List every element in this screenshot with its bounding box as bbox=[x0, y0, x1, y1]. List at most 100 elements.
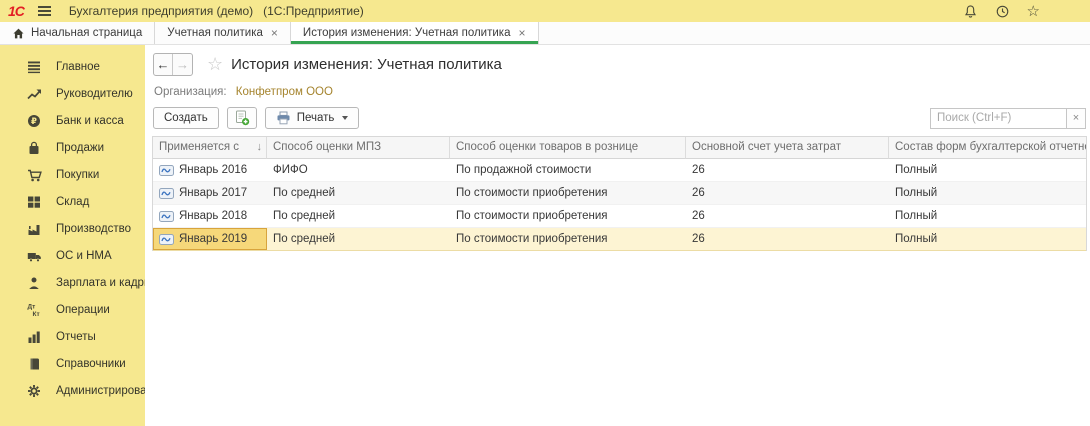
cell-period[interactable]: Январь 2016 bbox=[153, 159, 267, 181]
dtkt-icon: ДтКт bbox=[26, 302, 42, 318]
sidebar-item-fixed-assets[interactable]: ОС и НМА bbox=[0, 242, 145, 269]
cell-inventory-method[interactable]: По средней bbox=[267, 182, 450, 204]
cell-text: Январь 2017 bbox=[179, 182, 247, 204]
bag-icon bbox=[26, 140, 42, 156]
cell-inventory-method[interactable]: ФИФО bbox=[267, 159, 450, 181]
svg-text:Дт: Дт bbox=[27, 304, 35, 311]
sort-desc-icon: ↓ bbox=[257, 137, 263, 158]
truck-icon bbox=[26, 248, 42, 264]
cell-cost-account[interactable]: 26 bbox=[686, 205, 889, 227]
tab-label: История изменения: Учетная политика bbox=[303, 27, 511, 39]
column-header-report-forms[interactable]: Состав форм бухгалтерской отчетности bbox=[889, 137, 1086, 159]
cell-inventory-method[interactable]: По средней bbox=[267, 205, 450, 227]
sidebar-item-sales[interactable]: Продажи bbox=[0, 134, 145, 161]
favorites-star-icon[interactable]: ☆ bbox=[1027, 4, 1040, 19]
tab-home[interactable]: Начальная страница bbox=[0, 22, 155, 44]
history-clock-icon[interactable] bbox=[995, 4, 1010, 19]
create-button[interactable]: Создать bbox=[153, 107, 219, 129]
column-header-applies-from[interactable]: Применяется с ↓ bbox=[153, 137, 267, 159]
cell-period[interactable]: Январь 2018 bbox=[153, 205, 267, 227]
svg-text:Кт: Кт bbox=[32, 311, 39, 317]
sidebar-item-administration[interactable]: Администрирование bbox=[0, 377, 145, 404]
search-group: × bbox=[930, 108, 1086, 129]
close-icon[interactable]: × bbox=[271, 26, 278, 40]
cell-period[interactable]: Январь 2017 bbox=[153, 182, 267, 204]
table-row[interactable]: Январь 2018 По средней По стоимости прио… bbox=[153, 205, 1086, 228]
cell-report-forms[interactable]: Полный bbox=[889, 159, 1086, 181]
sidebar-item-label: Отчеты bbox=[56, 331, 96, 343]
gear-icon bbox=[26, 383, 42, 399]
cell-cost-account[interactable]: 26 bbox=[686, 228, 889, 250]
back-button[interactable]: ← bbox=[154, 54, 173, 75]
navigation-row: ← → ☆ История изменения: Учетная политик… bbox=[153, 52, 1090, 76]
sidebar-item-warehouse[interactable]: Склад bbox=[0, 188, 145, 215]
cell-retail-method[interactable]: По стоимости приобретения bbox=[450, 182, 686, 204]
close-icon[interactable]: × bbox=[518, 26, 525, 40]
home-icon bbox=[12, 27, 25, 40]
menu-icon bbox=[26, 59, 42, 75]
column-header-label: Применяется с bbox=[159, 137, 239, 158]
cell-text: Январь 2018 bbox=[179, 205, 247, 227]
page-title: История изменения: Учетная политика bbox=[231, 56, 502, 73]
sidebar-item-label: Главное bbox=[56, 61, 100, 73]
organization-link[interactable]: Конфетпром ООО bbox=[236, 86, 333, 98]
main-menu-icon[interactable] bbox=[36, 4, 53, 18]
cell-report-forms[interactable]: Полный bbox=[889, 228, 1086, 250]
sidebar-item-label: Руководителю bbox=[56, 88, 133, 100]
printer-icon bbox=[276, 111, 291, 125]
sidebar-item-payroll-hr[interactable]: Зарплата и кадры bbox=[0, 269, 145, 296]
sidebar-item-label: ОС и НМА bbox=[56, 250, 112, 262]
table-row[interactable]: Январь 2016 ФИФО По продажной стоимости … bbox=[153, 159, 1086, 182]
column-header-cost-account[interactable]: Основной счет учета затрат bbox=[686, 137, 889, 159]
forward-button[interactable]: → bbox=[173, 54, 192, 75]
cell-cost-account[interactable]: 26 bbox=[686, 159, 889, 181]
organization-label: Организация: bbox=[154, 86, 227, 98]
sidebar-item-label: Производство bbox=[56, 223, 131, 235]
ruble-icon: ₽ bbox=[26, 113, 42, 129]
column-header-retail-method[interactable]: Способ оценки товаров в рознице bbox=[450, 137, 686, 159]
sidebar-item-main[interactable]: Главное bbox=[0, 53, 145, 80]
sidebar-item-purchases[interactable]: Покупки bbox=[0, 161, 145, 188]
cell-retail-method[interactable]: По продажной стоимости bbox=[450, 159, 686, 181]
svg-text:₽: ₽ bbox=[31, 116, 37, 126]
create-by-copy-button[interactable] bbox=[227, 107, 257, 129]
record-icon bbox=[159, 211, 174, 222]
tab-change-history[interactable]: История изменения: Учетная политика × bbox=[291, 22, 539, 44]
record-icon bbox=[159, 234, 174, 245]
print-button[interactable]: Печать bbox=[265, 107, 360, 129]
sidebar-item-label: Банк и касса bbox=[56, 115, 124, 127]
column-header-inventory-method[interactable]: Способ оценки МПЗ bbox=[267, 137, 450, 159]
table-row[interactable]: Январь 2017 По средней По стоимости прио… bbox=[153, 182, 1086, 205]
add-favorite-star-icon[interactable]: ☆ bbox=[207, 55, 223, 73]
sidebar-item-bank-cash[interactable]: ₽ Банк и касса bbox=[0, 107, 145, 134]
cell-report-forms[interactable]: Полный bbox=[889, 182, 1086, 204]
tab-label: Учетная политика bbox=[167, 27, 263, 39]
tab-accounting-policy[interactable]: Учетная политика × bbox=[155, 22, 291, 44]
title-bar: 1С Бухгалтерия предприятия (демо) (1С:Пр… bbox=[0, 0, 1090, 22]
cell-period-active[interactable]: Январь 2019 bbox=[153, 228, 267, 250]
search-input[interactable] bbox=[930, 108, 1067, 129]
report-icon bbox=[26, 329, 42, 345]
cell-cost-account[interactable]: 26 bbox=[686, 182, 889, 204]
cell-text: Январь 2016 bbox=[179, 159, 247, 181]
tab-bar: Начальная страница Учетная политика × Ис… bbox=[0, 22, 1090, 45]
app-title: Бухгалтерия предприятия (демо) (1С:Предп… bbox=[69, 4, 364, 18]
cell-report-forms[interactable]: Полный bbox=[889, 205, 1086, 227]
sidebar-item-production[interactable]: Производство bbox=[0, 215, 145, 242]
cell-retail-method[interactable]: По стоимости приобретения bbox=[450, 205, 686, 227]
notifications-bell-icon[interactable] bbox=[963, 4, 978, 19]
sidebar-item-catalogs[interactable]: Справочники bbox=[0, 350, 145, 377]
cell-inventory-method[interactable]: По средней bbox=[267, 228, 450, 250]
clear-search-button[interactable]: × bbox=[1067, 108, 1086, 129]
sidebar-item-reports[interactable]: Отчеты bbox=[0, 323, 145, 350]
sidebar-item-label: Справочники bbox=[56, 358, 126, 370]
sidebar-item-label: Продажи bbox=[56, 142, 104, 154]
cell-retail-method[interactable]: По стоимости приобретения bbox=[450, 228, 686, 250]
table-row-selected[interactable]: Январь 2019 По средней По стоимости прио… bbox=[153, 228, 1086, 251]
organization-row: Организация: Конфетпром ООО bbox=[154, 86, 1090, 98]
record-icon bbox=[159, 165, 174, 176]
sidebar-item-operations[interactable]: ДтКт Операции bbox=[0, 296, 145, 323]
sidebar-item-manager[interactable]: Руководителю bbox=[0, 80, 145, 107]
sidebar-item-label: Зарплата и кадры bbox=[56, 277, 152, 289]
chevron-down-icon bbox=[342, 116, 348, 120]
